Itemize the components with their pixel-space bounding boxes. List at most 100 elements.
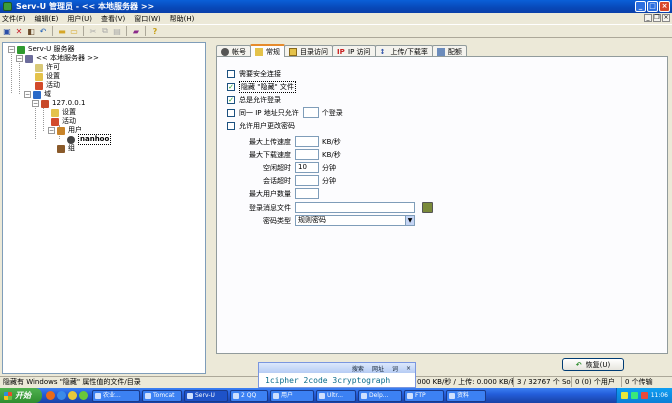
taskbar-item[interactable]: 农业...	[92, 389, 140, 402]
tray-icon[interactable]	[630, 392, 638, 399]
tree-node-domain-settings[interactable]: 设置	[51, 108, 76, 117]
settings-icon	[51, 108, 59, 117]
login-message-input[interactable]	[295, 202, 415, 213]
tree-node-local-server[interactable]: << 本地服务器 >>	[25, 54, 99, 63]
collapse-icon[interactable]: −	[32, 100, 39, 107]
mdi-minimize-icon[interactable]: _	[644, 14, 652, 22]
browser-icon[interactable]	[46, 391, 55, 400]
delete-icon[interactable]: ✕	[14, 26, 24, 36]
title-bar: Serv-U 管理员 - << 本地服务器 >> _ □ ×	[0, 0, 672, 13]
save-icon[interactable]: ▣	[2, 26, 12, 36]
idle-timeout-input[interactable]: 10	[295, 162, 319, 173]
paste-icon[interactable]: ▤	[112, 26, 122, 36]
taskbar-item[interactable]: Ultr...	[316, 389, 356, 402]
close-button[interactable]: ×	[659, 1, 670, 12]
search-link[interactable]: 搜索	[352, 364, 364, 373]
app-icon[interactable]	[79, 391, 88, 400]
tree-node-domain-ip[interactable]: 127.0.0.1	[41, 99, 85, 108]
undo-icon[interactable]: ↶	[38, 26, 48, 36]
web-link[interactable]: 网址	[372, 364, 384, 373]
taskbar-item[interactable]: 2 QQ	[230, 389, 268, 402]
tree-node-root[interactable]: Serv-U 服务器	[17, 45, 74, 54]
menu-window[interactable]: 窗口(W)	[134, 14, 160, 24]
tree-node-domain-activity[interactable]: 活动	[51, 117, 76, 126]
restore-button[interactable]: ↶ 恢复(U)	[562, 358, 624, 371]
toolbar-separator	[83, 26, 84, 36]
help-icon[interactable]: ?	[150, 26, 160, 36]
tree-node-license[interactable]: 许可	[35, 63, 60, 72]
menu-edit[interactable]: 编辑(E)	[35, 14, 59, 24]
copy-icon[interactable]: ⧉	[100, 26, 110, 36]
menu-help[interactable]: 帮助(H)	[170, 14, 195, 24]
tree-line	[11, 51, 12, 93]
menu-user[interactable]: 用户(U)	[67, 14, 92, 24]
popup-header: 搜索 网址 词 ×	[259, 363, 415, 373]
folder-icon[interactable]: ▬	[57, 26, 67, 36]
minimize-button[interactable]: _	[635, 1, 646, 12]
taskbar-item[interactable]: FTP	[404, 389, 444, 402]
activity-icon	[35, 81, 43, 90]
max-upload-input[interactable]	[295, 136, 319, 147]
always-allow-login-checkbox[interactable]: ✓ 总是允许登录	[227, 95, 281, 104]
menu-view[interactable]: 查看(V)	[101, 14, 125, 24]
taskbar-item[interactable]: 资料	[446, 389, 486, 402]
tray-icon[interactable]	[640, 392, 648, 399]
collapse-icon[interactable]: −	[8, 46, 15, 53]
max-download-input[interactable]	[295, 149, 319, 160]
max-users-input[interactable]	[295, 188, 319, 199]
checkbox-box[interactable]	[227, 108, 235, 117]
tree-node-groups[interactable]: 组	[57, 144, 75, 153]
tree-node-domains[interactable]: 域	[33, 90, 51, 99]
taskbar: 开始 农业... Tomcat Serv-U 2 QQ 用户 Ultr... D…	[0, 388, 672, 403]
mdi-close-icon[interactable]: ×	[662, 14, 670, 22]
collapse-icon[interactable]: −	[16, 55, 23, 62]
word-link[interactable]: 词	[392, 364, 398, 373]
book-icon[interactable]: ▰	[131, 26, 141, 36]
password-type-row: 密码类型 规则密码 ▼	[227, 215, 415, 226]
window-title: Serv-U 管理员 - << 本地服务器 >>	[16, 2, 155, 11]
status-users: 0 (0) 个用户	[572, 377, 622, 387]
chevron-down-icon[interactable]: ▼	[405, 216, 414, 225]
open-folder-icon[interactable]: ▭	[69, 26, 79, 36]
quick-launch	[46, 391, 88, 400]
tree-node-settings[interactable]: 设置	[35, 72, 60, 81]
collapse-icon[interactable]: −	[24, 91, 31, 98]
collapse-icon[interactable]: −	[48, 127, 55, 134]
taskbar-item[interactable]: Serv-U	[184, 389, 228, 402]
start-button[interactable]: 开始	[0, 388, 42, 403]
toolbar: ▣ ✕ ◧ ↶ ▬ ▭ ✂ ⧉ ▤ ▰ ?	[0, 24, 672, 38]
cut-icon[interactable]: ✂	[88, 26, 98, 36]
license-icon	[35, 63, 43, 72]
folder-icon[interactable]	[68, 391, 77, 400]
popup-close-icon[interactable]: ×	[406, 365, 411, 372]
require-secure-checkbox[interactable]: 需要安全连接	[227, 69, 281, 78]
hide-hidden-files-checkbox[interactable]: ✓ 隐藏 "隐藏" 文件	[227, 80, 296, 93]
tree-node-user[interactable]: nanhoo	[67, 134, 112, 145]
password-type-select[interactable]: 规则密码 ▼	[295, 215, 415, 226]
same-ip-count-input[interactable]	[302, 107, 319, 118]
ie-icon[interactable]	[57, 391, 66, 400]
checkbox-box[interactable]	[227, 121, 235, 130]
same-ip-limit-checkbox[interactable]: 同一 IP 地址只允许 个登录	[227, 107, 343, 118]
groups-icon	[57, 144, 65, 153]
taskbar-item[interactable]: Delp...	[358, 389, 402, 402]
tab-general[interactable]: 常规	[250, 44, 285, 57]
allow-change-password-checkbox[interactable]: 允许用户更改密码	[227, 121, 295, 130]
session-timeout-input[interactable]	[295, 175, 319, 186]
taskbar-item[interactable]: 用户	[270, 389, 314, 402]
maximize-button[interactable]: □	[647, 1, 658, 12]
general-tab-page: 需要安全连接 ✓ 隐藏 "隐藏" 文件 ✓ 总是允许登录 同一 IP 地址只允许…	[216, 56, 668, 354]
mdi-restore-icon[interactable]: ❐	[653, 14, 661, 22]
checkbox-box[interactable]	[227, 69, 235, 78]
tray-icon[interactable]	[620, 392, 628, 399]
checkbox-box[interactable]: ✓	[227, 95, 235, 104]
checkbox-box[interactable]: ✓	[227, 82, 235, 91]
browse-file-icon[interactable]	[422, 202, 433, 213]
status-sockets: 3 / 32767 个 Socket	[514, 377, 572, 387]
taskbar-item[interactable]: Tomcat	[142, 389, 182, 402]
properties-icon[interactable]: ◧	[26, 26, 36, 36]
servu-icon	[17, 45, 25, 54]
menu-file[interactable]: 文件(F)	[2, 14, 26, 24]
popup-text: 1cipher 2code 3cryptograph	[265, 375, 391, 385]
tree-node-activity[interactable]: 活动	[35, 81, 60, 90]
